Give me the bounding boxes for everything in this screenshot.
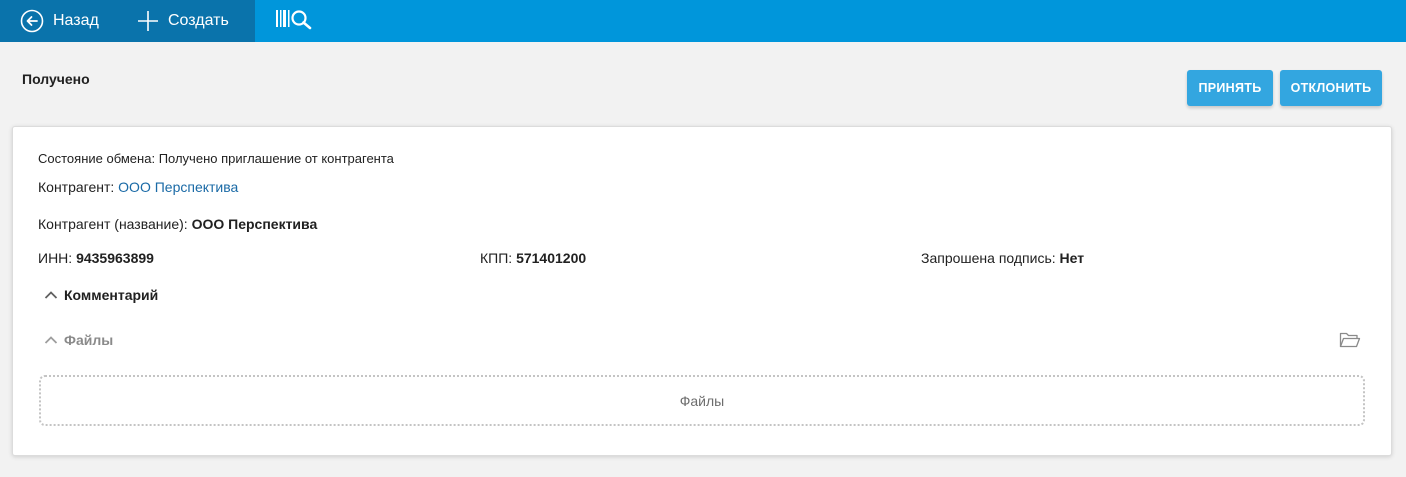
exchange-state-value: Получено приглашение от контрагента (158, 151, 394, 166)
counterparty-link[interactable]: ООО Перспектива (118, 179, 238, 195)
files-section-label: Файлы (64, 332, 114, 348)
back-button[interactable]: Назад (0, 0, 120, 42)
inn-value: 9435963899 (76, 250, 154, 266)
counterparty-label: Контрагент: (38, 179, 115, 195)
signature-field: Запрошена подпись: Нет (921, 250, 1084, 266)
counterparty-name-row: Контрагент (название): ООО Перспектива (38, 216, 317, 232)
chevron-up-icon (44, 332, 64, 348)
exchange-state-label: Состояние обмена: (38, 151, 156, 166)
create-button[interactable]: Создать (120, 0, 229, 42)
exchange-state-row: Состояние обмена: Получено приглашение о… (38, 151, 394, 166)
signature-value: Нет (1059, 250, 1085, 266)
files-dropzone[interactable]: Файлы (39, 375, 1365, 426)
counterparty-name-value: ООО Перспектива (191, 216, 318, 232)
folder-open-icon[interactable] (1339, 331, 1361, 354)
counterparty-name-label: Контрагент (название): (38, 216, 188, 232)
barcode-search-icon (275, 7, 317, 36)
details-card: Состояние обмена: Получено приглашение о… (12, 126, 1392, 456)
comment-section-label: Комментарий (64, 287, 159, 303)
top-toolbar: Назад Создать (0, 0, 1406, 42)
inn-field: ИНН: 9435963899 (38, 250, 154, 266)
counterparty-row: Контрагент: ООО Перспектива (38, 179, 238, 195)
kpp-label: КПП: (480, 250, 513, 266)
inn-label: ИНН: (38, 250, 73, 266)
create-label: Создать (168, 12, 229, 29)
barcode-search-button[interactable] (255, 0, 317, 42)
files-section-toggle[interactable]: Файлы (44, 332, 113, 348)
kpp-value: 571401200 (516, 250, 587, 266)
signature-label: Запрошена подпись: (921, 250, 1056, 266)
chevron-up-icon (44, 287, 64, 303)
decline-button[interactable]: ОТКЛОНИТЬ (1280, 70, 1382, 106)
toolbar-actions: Назад Создать (0, 0, 255, 42)
comment-section-toggle[interactable]: Комментарий (44, 287, 158, 303)
kpp-field: КПП: 571401200 (480, 250, 586, 266)
arrow-left-circle-icon (20, 9, 44, 33)
plus-icon (136, 9, 160, 33)
page-status-title: Получено (22, 71, 90, 87)
back-label: Назад (53, 12, 99, 29)
accept-button[interactable]: ПРИНЯТЬ (1187, 70, 1273, 106)
dropzone-label: Файлы (679, 392, 725, 409)
